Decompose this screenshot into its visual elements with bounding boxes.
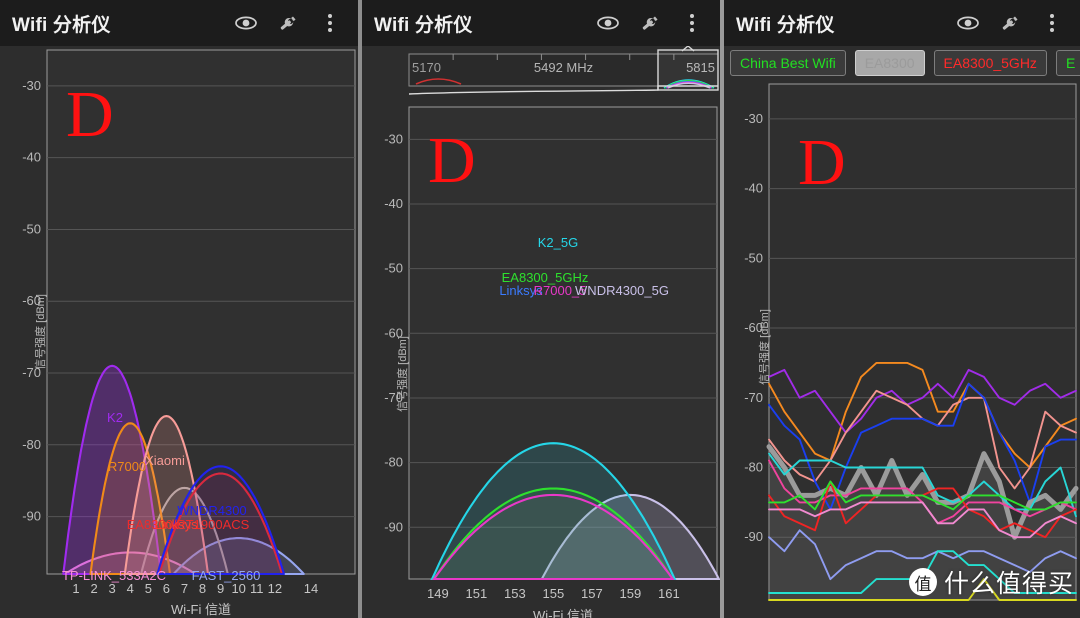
svg-text:Linksys: Linksys — [154, 517, 198, 532]
svg-text:-80: -80 — [744, 460, 763, 475]
svg-text:-50: -50 — [384, 261, 403, 276]
y-axis-label-3: 信号强度 [dBm] — [758, 309, 771, 385]
wrench-icon[interactable] — [276, 11, 300, 35]
ssid-filter-label: E — [1065, 55, 1076, 71]
app-title-2: Wifi 分析仪 — [374, 14, 473, 36]
svg-text:2: 2 — [90, 581, 97, 596]
svg-text:11: 11 — [250, 581, 264, 596]
svg-text:8: 8 — [199, 581, 206, 596]
svg-text:-50: -50 — [22, 221, 41, 236]
panel-timegraph: Wifi 分析仪 China Best Wifi EA8300 EA8300_5GH… — [724, 0, 1080, 618]
wrench-icon[interactable] — [998, 11, 1022, 35]
svg-text:-90: -90 — [744, 529, 763, 544]
svg-text:Wi-Fi 信道: Wi-Fi 信道 — [171, 602, 231, 617]
ssid-filter-row[interactable]: China Best Wifi EA8300 EA8300_5GHz E — [724, 46, 1080, 80]
svg-text:WNDR4300: WNDR4300 — [177, 503, 246, 518]
svg-text:9: 9 — [217, 581, 224, 596]
svg-text:WNDR4300_5G: WNDR4300_5G — [575, 283, 669, 298]
svg-text:14: 14 — [304, 581, 318, 596]
svg-text:3: 3 — [109, 581, 116, 596]
overflow-menu-icon[interactable] — [318, 11, 342, 35]
svg-text:1: 1 — [72, 581, 79, 596]
svg-text:7: 7 — [181, 581, 188, 596]
svg-text:R7000: R7000 — [108, 459, 146, 474]
ssid-filter-button[interactable]: EA8300 — [854, 50, 925, 76]
svg-text:Wi-Fi 信道: Wi-Fi 信道 — [533, 608, 593, 618]
svg-text:-50: -50 — [744, 250, 763, 265]
svg-text:-80: -80 — [384, 455, 403, 470]
panel-2ghz: Wifi 分析仪 信号强度 [dBm] -30 -40 -50 -60 -70 -80 -9… — [0, 0, 358, 618]
svg-text:-90: -90 — [384, 519, 403, 534]
svg-text:-30: -30 — [22, 78, 41, 93]
svg-text:4: 4 — [127, 581, 134, 596]
ssid-filter-button[interactable]: China Best Wifi — [730, 50, 846, 76]
app-bar-3: Wifi 分析仪 — [724, 0, 1080, 46]
svg-text:-70: -70 — [744, 390, 763, 405]
svg-text:K2_5G: K2_5G — [538, 235, 578, 250]
svg-text:153: 153 — [504, 586, 526, 601]
app-bar-2: Wifi 分析仪 — [362, 0, 720, 46]
y-axis-label-1: 信号强度 [dBm] — [34, 294, 47, 370]
chart-2ghz[interactable]: 信号强度 [dBm] -30 -40 -50 -60 -70 -80 -90 1 2 3 4 5 6 7 8… — [0, 46, 358, 618]
ssid-filter-button[interactable]: EA8300_5GHz — [933, 50, 1047, 76]
svg-text:5170: 5170 — [412, 60, 441, 75]
eye-icon[interactable] — [956, 11, 980, 35]
svg-text:-30: -30 — [384, 131, 403, 146]
svg-text:Xiaomi: Xiaomi — [145, 453, 185, 468]
app-bar-1: Wifi 分析仪 — [0, 0, 358, 46]
svg-text:6: 6 — [163, 581, 170, 596]
eye-icon[interactable] — [596, 11, 620, 35]
svg-text:K2: K2 — [107, 410, 123, 425]
app-title-3: Wifi 分析仪 — [736, 14, 835, 36]
svg-text:155: 155 — [543, 586, 565, 601]
ssid-filter-label: EA8300_5GHz — [943, 55, 1037, 71]
app-title: Wifi 分析仪 — [12, 14, 111, 36]
svg-text:161: 161 — [658, 586, 680, 601]
ssid-filter-label: EA8300 — [864, 55, 915, 71]
svg-text:5: 5 — [145, 581, 152, 596]
chart-5ghz[interactable]: 信号强度 [dBm] -30 -40 -50 -60 -70 -80 -90 149 151 15… — [362, 105, 720, 618]
svg-text:-90: -90 — [22, 509, 41, 524]
svg-text:-80: -80 — [22, 437, 41, 452]
app-screen: Wifi 分析仪 信号强度 [dBm] -30 -40 -50 -60 -70 -80 -9… — [0, 0, 1080, 618]
eye-icon[interactable] — [234, 11, 258, 35]
chart-timegraph[interactable]: 信号强度 [dBm] -30 -40 -50 -60 -70 -80 -90 值 什么值得买 — [724, 80, 1080, 614]
svg-text:12: 12 — [268, 581, 282, 596]
svg-text:10: 10 — [231, 581, 245, 596]
svg-text:-30: -30 — [744, 111, 763, 126]
ssid-filter-button[interactable]: E — [1055, 50, 1080, 76]
overflow-menu-icon[interactable] — [680, 11, 704, 35]
wrench-icon[interactable] — [638, 11, 662, 35]
svg-text:157: 157 — [581, 586, 603, 601]
svg-text:5492 MHz: 5492 MHz — [534, 60, 593, 75]
panel-5ghz: Wifi 分析仪 51705492 MHz5815 信号强度 [dBm] -30… — [362, 0, 720, 618]
frequency-navigator[interactable]: 51705492 MHz5815 — [362, 45, 720, 105]
svg-text:FAST_2560: FAST_2560 — [192, 568, 261, 583]
y-axis-label-2: 信号强度 [dBm] — [396, 336, 409, 413]
svg-text:-40: -40 — [22, 150, 41, 165]
svg-text:-40: -40 — [384, 196, 403, 211]
svg-text:151: 151 — [466, 586, 488, 601]
svg-text:TP-LINK_533A2C: TP-LINK_533A2C — [62, 568, 166, 583]
svg-text:-40: -40 — [744, 181, 763, 196]
svg-text:149: 149 — [427, 586, 449, 601]
svg-text:159: 159 — [620, 586, 642, 601]
overflow-menu-icon[interactable] — [1040, 11, 1064, 35]
ssid-filter-label: China Best Wifi — [740, 55, 836, 71]
